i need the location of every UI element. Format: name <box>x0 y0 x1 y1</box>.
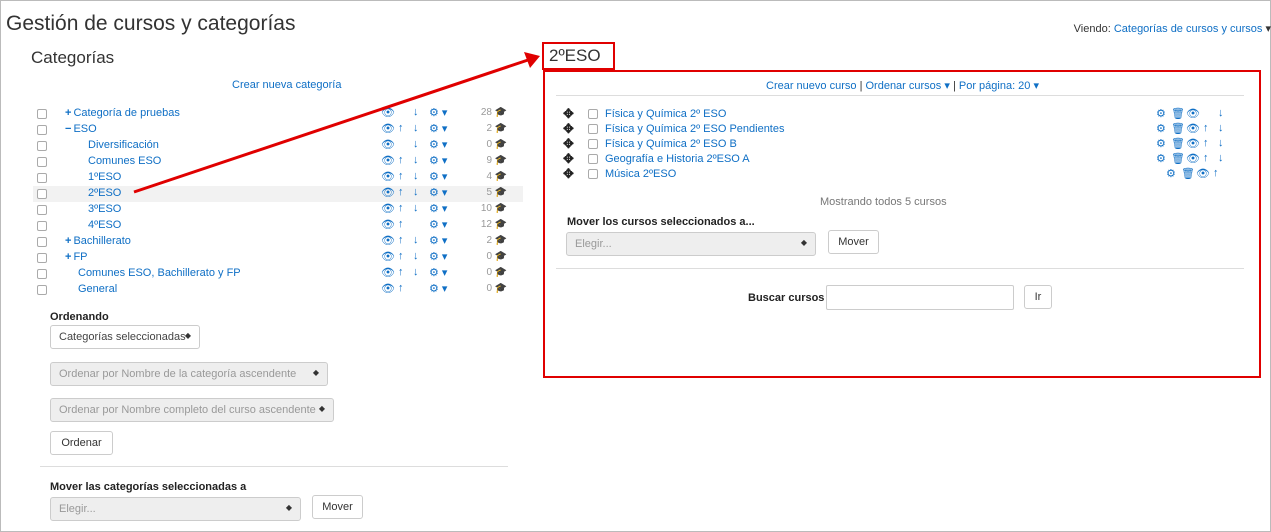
annotation-arrow <box>133 52 540 194</box>
